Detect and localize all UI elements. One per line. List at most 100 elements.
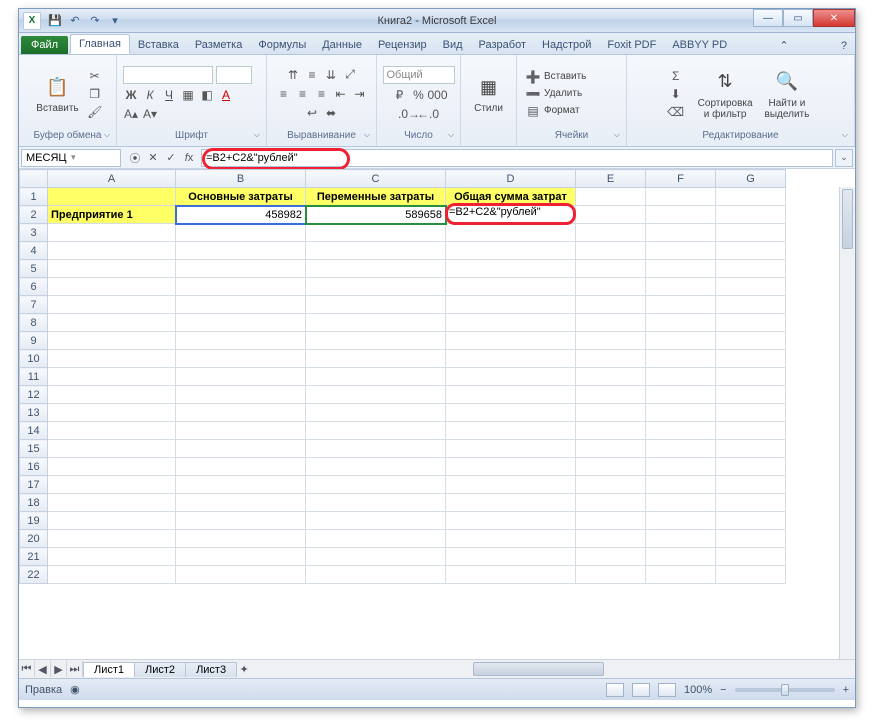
cell-G20[interactable] [716,530,786,548]
cell-F11[interactable] [646,368,716,386]
cell-C12[interactable] [306,386,446,404]
cell-G18[interactable] [716,494,786,512]
cell-C10[interactable] [306,350,446,368]
decimal-inc-icon[interactable]: .0→ [401,106,417,122]
cell-C14[interactable] [306,422,446,440]
tab-data[interactable]: Данные [314,36,370,54]
underline-icon[interactable]: Ч [161,87,177,103]
cell-G15[interactable] [716,440,786,458]
cell-D2[interactable]: =B2+C2&"рублей" [446,206,576,224]
currency-icon[interactable]: ₽ [392,87,408,103]
cell-D12[interactable] [446,386,576,404]
cell-A6[interactable] [48,278,176,296]
cell-F12[interactable] [646,386,716,404]
shrink-font-icon[interactable]: A▾ [142,106,158,122]
cells-format-button[interactable]: ▤Формат [525,103,580,119]
cell-F3[interactable] [646,224,716,242]
cell-D14[interactable] [446,422,576,440]
cell-E17[interactable] [576,476,646,494]
tab-file[interactable]: Файл [21,36,68,54]
find-select-button[interactable]: 🔍 Найти и выделить [761,66,814,122]
sheet-nav-last-icon[interactable]: ⏭ [67,661,83,677]
row-header-1[interactable]: 1 [20,188,48,206]
cell-F16[interactable] [646,458,716,476]
cell-E18[interactable] [576,494,646,512]
col-header-D[interactable]: D [446,170,576,188]
cell-F17[interactable] [646,476,716,494]
cell-F20[interactable] [646,530,716,548]
cell-E12[interactable] [576,386,646,404]
cell-B16[interactable] [176,458,306,476]
help-icon[interactable]: ? [837,38,851,54]
cell-B9[interactable] [176,332,306,350]
cell-B13[interactable] [176,404,306,422]
cell-A4[interactable] [48,242,176,260]
cell-D8[interactable] [446,314,576,332]
row-header-3[interactable]: 3 [20,224,48,242]
cell-F9[interactable] [646,332,716,350]
bold-icon[interactable]: Ж [123,87,139,103]
cell-F15[interactable] [646,440,716,458]
cell-F18[interactable] [646,494,716,512]
cell-G16[interactable] [716,458,786,476]
cell-F1[interactable] [646,188,716,206]
cell-E15[interactable] [576,440,646,458]
row-header-13[interactable]: 13 [20,404,48,422]
cell-D20[interactable] [446,530,576,548]
cell-G13[interactable] [716,404,786,422]
cell-D11[interactable] [446,368,576,386]
row-header-10[interactable]: 10 [20,350,48,368]
tab-formulas[interactable]: Формулы [250,36,314,54]
minimize-button[interactable]: — [753,9,783,27]
cell-F5[interactable] [646,260,716,278]
tab-developer[interactable]: Разработ [471,36,534,54]
maximize-button[interactable]: ▭ [783,9,813,27]
zoom-slider[interactable] [735,688,835,692]
cell-E9[interactable] [576,332,646,350]
cell-B12[interactable] [176,386,306,404]
wrap-text-icon[interactable]: ↩ [304,105,320,121]
zoom-level[interactable]: 100% [684,684,712,696]
cell-A15[interactable] [48,440,176,458]
cell-G19[interactable] [716,512,786,530]
percent-icon[interactable]: % [411,87,427,103]
cell-C21[interactable] [306,548,446,566]
format-painter-icon[interactable]: 🖌 [87,104,103,120]
row-header-14[interactable]: 14 [20,422,48,440]
view-layout-icon[interactable] [632,683,650,697]
view-normal-icon[interactable] [606,683,624,697]
cell-D21[interactable] [446,548,576,566]
row-header-11[interactable]: 11 [20,368,48,386]
namebox-dropdown-icon[interactable]: ⦿ [127,150,143,166]
cell-A18[interactable] [48,494,176,512]
cell-C20[interactable] [306,530,446,548]
tab-insert[interactable]: Вставка [130,36,187,54]
cell-G22[interactable] [716,566,786,584]
cell-C6[interactable] [306,278,446,296]
excel-icon[interactable]: X [23,12,41,30]
cell-A5[interactable] [48,260,176,278]
cell-B7[interactable] [176,296,306,314]
cell-G2[interactable] [716,206,786,224]
grow-font-icon[interactable]: A▴ [123,106,139,122]
row-header-9[interactable]: 9 [20,332,48,350]
cell-B6[interactable] [176,278,306,296]
cell-F21[interactable] [646,548,716,566]
sort-filter-button[interactable]: ⇅ Сортировка и фильтр [694,66,757,122]
fill-icon[interactable]: ⬇ [668,86,684,102]
row-header-22[interactable]: 22 [20,566,48,584]
cancel-formula-icon[interactable]: ✕ [145,150,161,166]
cell-B2[interactable]: 458982 [176,206,306,224]
font-color-icon[interactable]: A [218,87,234,103]
cell-D4[interactable] [446,242,576,260]
cell-E3[interactable] [576,224,646,242]
cell-D10[interactable] [446,350,576,368]
cell-E2[interactable] [576,206,646,224]
cell-G10[interactable] [716,350,786,368]
cell-C13[interactable] [306,404,446,422]
cells-insert-button[interactable]: ➕Вставить [525,69,586,85]
select-all-corner[interactable] [20,170,48,188]
cell-A14[interactable] [48,422,176,440]
col-header-F[interactable]: F [646,170,716,188]
tab-review[interactable]: Рецензир [370,36,435,54]
